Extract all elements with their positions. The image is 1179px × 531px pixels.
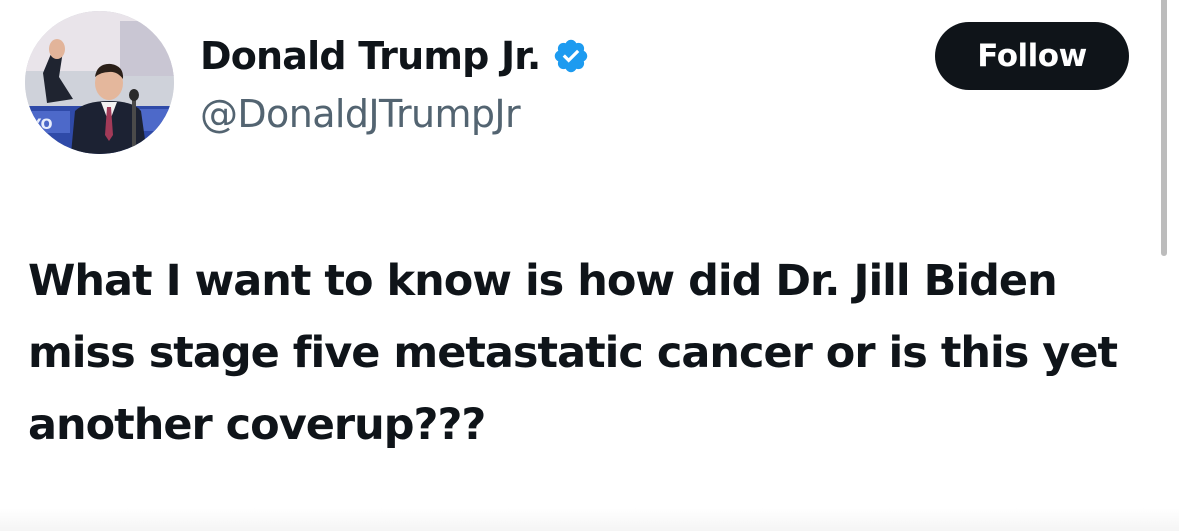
tweet-text: What I want to know is how did Dr. Jill … — [28, 256, 1118, 450]
avatar[interactable]: YO — [25, 11, 174, 154]
divider — [0, 508, 1179, 531]
svg-text:YO: YO — [30, 117, 53, 133]
author-name-row: Donald Trump Jr. — [200, 30, 590, 82]
author-handle[interactable]: @DonaldJTrumpJr — [200, 92, 521, 136]
author-display-name[interactable]: Donald Trump Jr. — [200, 34, 541, 78]
follow-button[interactable]: Follow — [935, 22, 1129, 90]
tweet-card: YO Donald Trump Jr. @DonaldJTrumpJr Foll… — [0, 0, 1179, 531]
avatar-photo: YO — [25, 11, 174, 154]
scrollbar-thumb[interactable] — [1161, 0, 1167, 256]
scrollbar[interactable] — [1160, 0, 1179, 531]
verified-badge-icon — [555, 39, 588, 73]
